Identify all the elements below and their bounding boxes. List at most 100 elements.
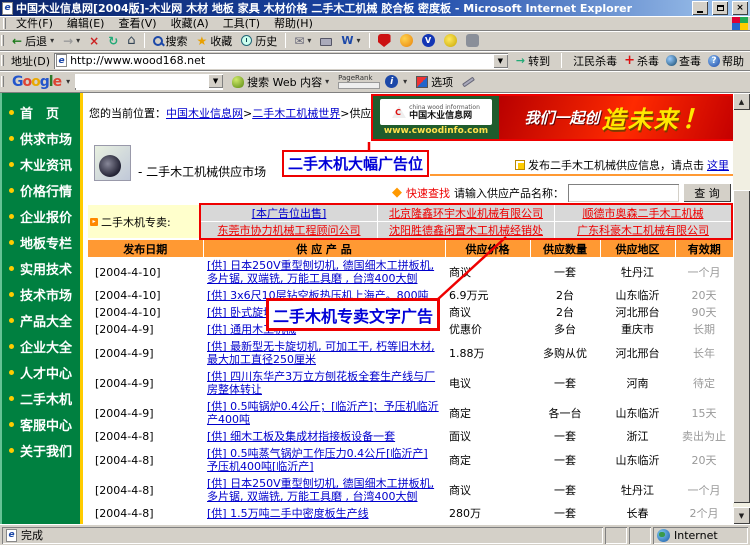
- mail-button[interactable]: ✉ ▾: [290, 32, 315, 50]
- search-options-dropdown-icon[interactable]: ▾: [325, 77, 329, 86]
- addon-shield-button[interactable]: [374, 32, 395, 50]
- scrollbar-thumb[interactable]: [733, 190, 750, 503]
- sidebar-item[interactable]: 人才中心: [2, 359, 80, 385]
- edit-button[interactable]: W ▾: [337, 32, 364, 50]
- product-link[interactable]: [供] 日本250V重型刨切机, 德国细木工拼板机, 多片锯, 双端铣, 万能工…: [207, 259, 434, 285]
- mail-dropdown-icon[interactable]: ▾: [307, 36, 311, 45]
- sidebar-item[interactable]: 价格行情: [2, 177, 80, 203]
- product-link[interactable]: [供] 最新型无卡旋切机, 可加工干, 朽等旧木材, 最大加工直径250厘米: [207, 340, 435, 366]
- toolbar-separator: [285, 33, 286, 48]
- menu-item[interactable]: 查看(V): [111, 16, 163, 31]
- product-link[interactable]: [供] 四川东华产3万立方刨花板全套生产线与厂房整体转让: [207, 370, 435, 396]
- dealer-link[interactable]: 东莞市协力机械工程顾问公司: [201, 222, 377, 238]
- address-input[interactable]: [70, 54, 490, 68]
- product-link[interactable]: [供] 0.5吨锅炉0.4公斤；[临沂产]；予压机临沂产400吨: [207, 400, 439, 426]
- product-link[interactable]: [供] 细木工板及集成材指接板设备一套: [207, 430, 395, 443]
- sidebar-item[interactable]: 企业大全: [2, 333, 80, 359]
- sidebar-item[interactable]: 技术市场: [2, 281, 80, 307]
- listing-date: [2004-4-8]: [88, 428, 203, 445]
- listing-quantity: 2台: [530, 304, 600, 321]
- menu-item[interactable]: 文件(F): [9, 16, 60, 31]
- menu-item[interactable]: 编辑(E): [60, 16, 112, 31]
- sidebar-item[interactable]: 客服中心: [2, 411, 80, 437]
- dealer-link[interactable]: 广东科豪木工机械有限公司: [555, 222, 731, 238]
- product-link[interactable]: [供] 1.5万吨二手中密度板生产线: [207, 507, 369, 520]
- google-dropdown-icon[interactable]: ▾: [66, 77, 70, 86]
- scroll-down-button[interactable]: ▼: [733, 507, 750, 524]
- forward-icon: →: [63, 35, 73, 47]
- print-button[interactable]: [316, 32, 336, 50]
- breadcrumb-link-home[interactable]: 中国木业信息网: [166, 107, 243, 120]
- menu-item[interactable]: 帮助(H): [267, 16, 320, 31]
- listing-header-cell: 发布日期: [88, 240, 203, 257]
- addon-box-button[interactable]: [462, 32, 483, 50]
- triangle-logo-icon: C: [392, 106, 406, 118]
- query-button[interactable]: 查 询: [683, 183, 731, 202]
- sidebar-item[interactable]: 木业资讯: [2, 151, 80, 177]
- stop-button[interactable]: ×: [85, 32, 103, 50]
- info-dropdown-icon[interactable]: ▾: [403, 77, 407, 86]
- address-dropdown-icon[interactable]: ▼: [493, 54, 508, 68]
- sidebar-item[interactable]: 实用技术: [2, 255, 80, 281]
- product-search-input[interactable]: [568, 184, 679, 202]
- info-icon[interactable]: i: [385, 75, 398, 88]
- av-check-button[interactable]: 查毒: [666, 53, 701, 69]
- product-link[interactable]: [供] 日本250V重型刨切机, 德国细木工拼板机, 多片锯, 双端铣, 万能工…: [207, 477, 434, 503]
- addon-messenger-button[interactable]: [396, 32, 417, 50]
- toolbar-grip[interactable]: [3, 18, 6, 29]
- listing-date: [2004-4-9]: [88, 368, 203, 398]
- google-search-input[interactable]: [75, 74, 208, 88]
- scroll-up-button[interactable]: ▲: [733, 93, 750, 110]
- sidebar-item[interactable]: 二手木机: [2, 385, 80, 411]
- banner-ad[interactable]: C china wood information 中国木业信息网 www.cwo…: [371, 94, 733, 141]
- product-link[interactable]: [供] 0.5吨蒸气锅炉工作压力0.4公斤[临沂产] 予压机400吨[临沂产]: [207, 447, 428, 473]
- av-help-button[interactable]: ? 帮助: [708, 53, 744, 69]
- breadcrumb-link-section[interactable]: 二手木工机械世界: [252, 107, 340, 120]
- toolbar-grip[interactable]: [1, 76, 4, 87]
- addon-disc-button[interactable]: [440, 32, 461, 50]
- address-combo[interactable]: e ▼: [54, 53, 508, 69]
- sidebar-item[interactable]: 首 页: [2, 99, 80, 125]
- home-button[interactable]: ⌂: [123, 32, 139, 50]
- dealer-link[interactable]: 沈阳胜德鑫闲置木工机械经销处: [378, 222, 554, 238]
- av-scan-button[interactable]: + 杀毒: [624, 53, 659, 69]
- highlighter-icon[interactable]: [462, 76, 475, 87]
- dealers-label-cell: ▸ 二手木机专卖:: [88, 205, 199, 238]
- restore-button[interactable]: [712, 1, 728, 15]
- minimize-button[interactable]: [692, 1, 708, 15]
- menu-item[interactable]: 收藏(A): [164, 16, 216, 31]
- search-button[interactable]: 搜索: [149, 32, 192, 50]
- dealer-link[interactable]: [本广告位出售]: [201, 205, 377, 221]
- toolbar-grip[interactable]: [1, 55, 4, 66]
- google-search-button[interactable]: 搜索 Web 内容 ▾: [228, 73, 333, 91]
- dealer-link[interactable]: 北京隆鑫环宇木业机械有限公司: [378, 205, 554, 221]
- back-dropdown-icon[interactable]: ▾: [50, 36, 54, 45]
- edit-dropdown-icon[interactable]: ▾: [357, 36, 361, 45]
- sidebar-item[interactable]: 关于我们: [2, 437, 80, 463]
- forward-button[interactable]: → ▾: [59, 32, 84, 50]
- close-button[interactable]: ×: [732, 1, 748, 15]
- history-button[interactable]: 历史: [237, 32, 281, 50]
- menu-item[interactable]: 工具(T): [216, 16, 267, 31]
- listing-date: [2004-4-9]: [88, 398, 203, 428]
- search-icon: [153, 36, 163, 46]
- sidebar-item[interactable]: 地板专栏: [2, 229, 80, 255]
- vertical-scrollbar[interactable]: ▲ ▼: [733, 93, 750, 524]
- pagerank-meter: [338, 82, 380, 89]
- sidebar-item[interactable]: 供求市场: [2, 125, 80, 151]
- google-options-button[interactable]: 选项: [412, 73, 457, 91]
- google-search-dropdown-icon[interactable]: ▼: [208, 74, 223, 88]
- refresh-button[interactable]: ↻: [104, 32, 122, 50]
- addon-v-button[interactable]: V: [418, 32, 439, 50]
- forward-dropdown-icon[interactable]: ▾: [76, 36, 80, 45]
- sidebar-item[interactable]: 企业报价: [2, 203, 80, 229]
- sidebar-item[interactable]: 产品大全: [2, 307, 80, 333]
- favorites-button[interactable]: ★ 收藏: [193, 32, 237, 50]
- google-logo[interactable]: Google: [12, 74, 61, 90]
- publish-here-link[interactable]: 这里: [707, 157, 729, 173]
- toolbar-grip[interactable]: [1, 35, 4, 46]
- back-button[interactable]: ← 后退 ▾: [8, 32, 58, 50]
- bullet-icon: [9, 266, 14, 271]
- go-button[interactable]: → 转到: [512, 52, 554, 70]
- dealer-link[interactable]: 顺德市奥森二手木工机械: [555, 205, 731, 221]
